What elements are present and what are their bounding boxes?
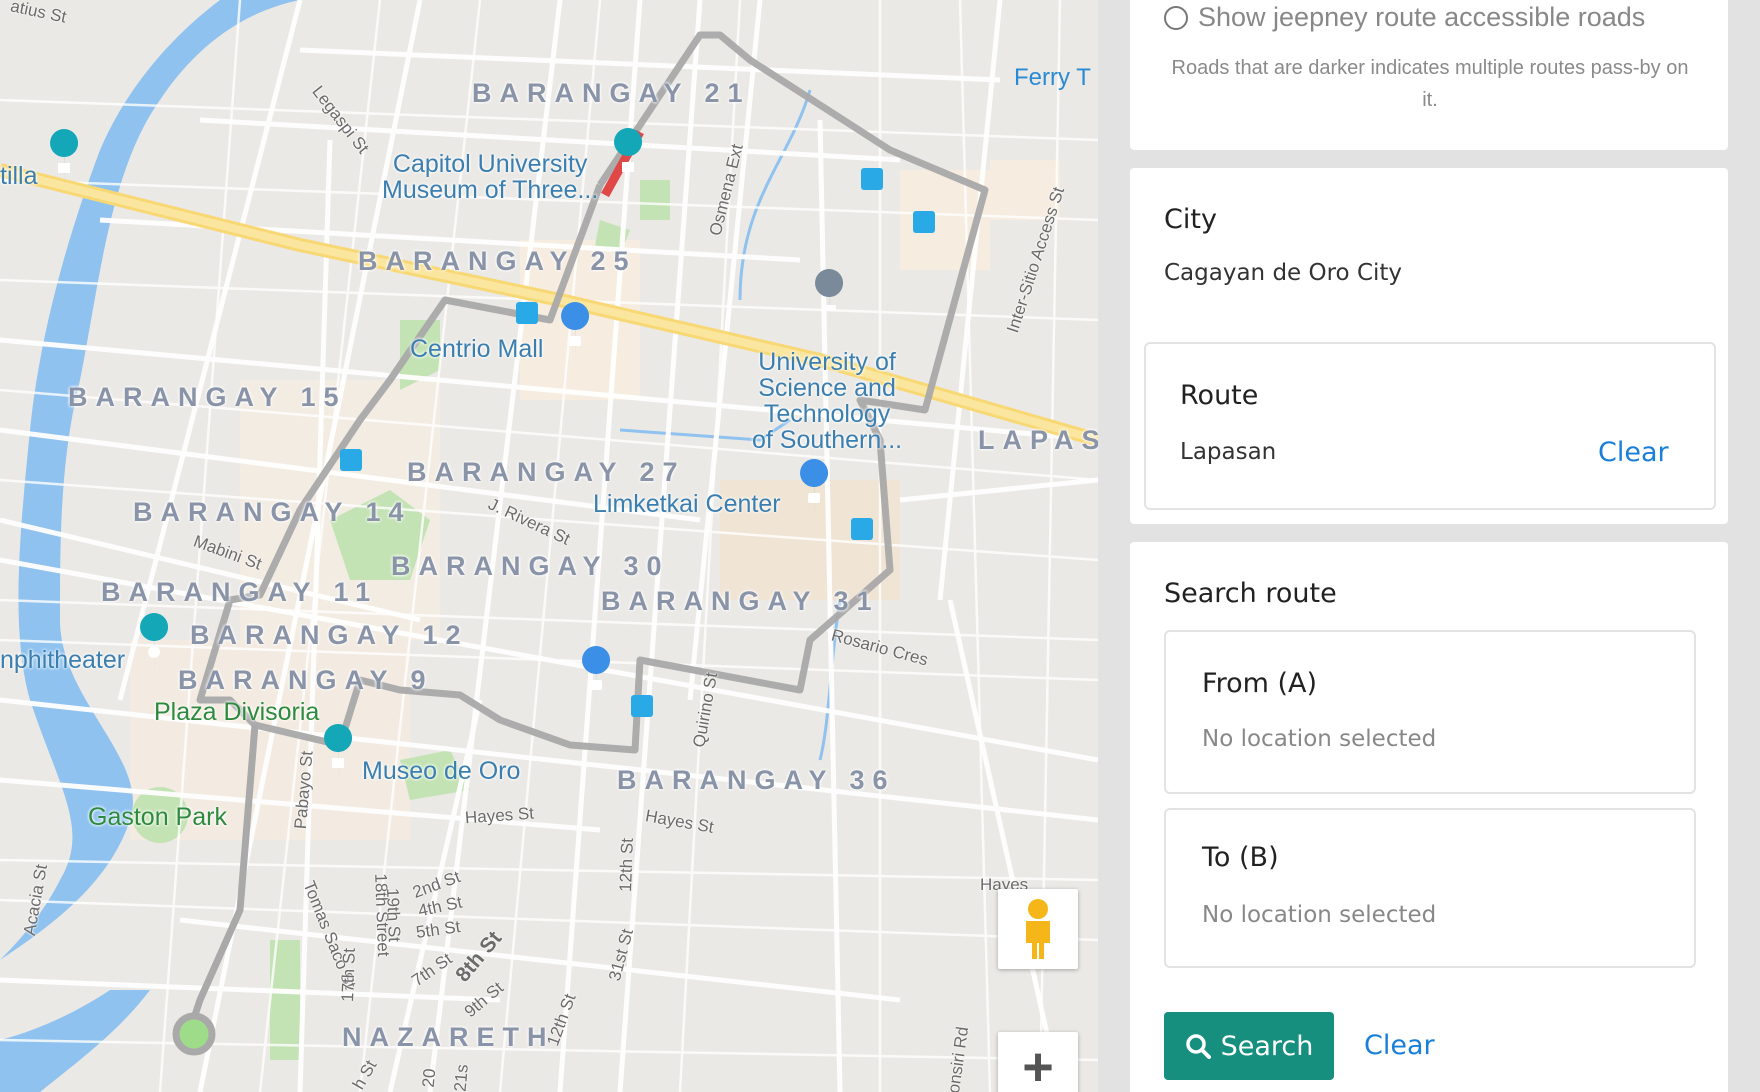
overlay-options-card: Show jeepney route accessible roads Road… [1130, 0, 1728, 150]
roads-note: Roads that are darker indicates multiple… [1171, 57, 1689, 111]
sidebar: Show jeepney route accessible roads Road… [1098, 0, 1760, 1092]
radio-icon[interactable] [1164, 5, 1188, 30]
barangay-label: BARANGAY 36 [617, 765, 896, 795]
to-value: No location selected [1202, 902, 1437, 928]
pegman-icon [1026, 899, 1050, 959]
city-value: Cagayan de Oro City [1164, 260, 1403, 286]
poi-label-plaza[interactable]: Plaza Divisoria [154, 698, 319, 727]
street-label: 12th St [616, 837, 637, 893]
poi-label-gaston[interactable]: Gaston Park [88, 803, 227, 832]
zoom-in-label: + [1022, 1037, 1054, 1092]
route-heading: Route [1180, 380, 1259, 411]
from-label: From (A) [1202, 668, 1318, 699]
barangay-label: BARANGAY 30 [391, 551, 670, 581]
poi-label-ustp[interactable]: University of Science and Technology of … [752, 349, 902, 453]
to-label: To (B) [1202, 842, 1279, 873]
search-icon [1185, 1034, 1211, 1059]
search-button[interactable]: Search [1164, 1012, 1334, 1080]
street-label: 17th St [338, 947, 359, 1003]
city-heading: City [1164, 204, 1217, 235]
barangay-label: BARANGAY 27 [407, 457, 686, 487]
barangay-label: BARANGAY 11 [101, 577, 379, 607]
search-route-card: Search route From (A) No location select… [1130, 542, 1728, 1092]
poi-label-centrio[interactable]: Centrio Mall [410, 336, 543, 362]
barangay-label: BARANGAY 14 [133, 497, 412, 527]
accessible-roads-toggle[interactable]: Show jeepney route accessible roads [1164, 2, 1645, 33]
route-clear-link[interactable]: Clear [1598, 437, 1669, 468]
poi-label-limketkai[interactable]: Limketkai Center [593, 491, 781, 517]
barangay-label: NAZARETH [342, 1022, 555, 1052]
barangay-label: BARANGAY 31 [601, 586, 880, 616]
to-location-field[interactable]: To (B) No location selected [1164, 808, 1696, 968]
from-value: No location selected [1202, 726, 1437, 752]
route-box: Route Lapasan Clear [1144, 342, 1716, 510]
search-heading: Search route [1164, 578, 1337, 609]
zoom-in-button[interactable]: + [998, 1032, 1078, 1092]
barangay-label: BARANGAY 9 [178, 665, 434, 695]
street-label: 21s [450, 1063, 472, 1092]
from-location-field[interactable]: From (A) No location selected [1164, 630, 1696, 794]
search-clear-link[interactable]: Clear [1364, 1030, 1435, 1061]
barangay-label: BARANGAY 21 [472, 78, 751, 108]
poi-label-amphitheater[interactable]: nphitheater [0, 647, 125, 673]
route-value: Lapasan [1180, 439, 1277, 465]
search-button-label: Search [1220, 1030, 1314, 1062]
barangay-label: BARANGAY 25 [358, 246, 637, 276]
map-view[interactable]: BARANGAY 21 BARANGAY 25 BARANGAY 15 BARA… [0, 0, 1098, 1092]
city-route-card: City Cagayan de Oro City Route Lapasan C… [1130, 168, 1728, 524]
street-label: 20 [418, 1067, 440, 1089]
toggle-label: Show jeepney route accessible roads [1198, 2, 1646, 32]
street-label: 19th St [383, 887, 404, 943]
pegman-button[interactable] [998, 889, 1078, 969]
poi-label-museo[interactable]: Museo de Oro [362, 758, 520, 784]
barangay-label: LAPAS [978, 425, 1098, 455]
poi-label-capitol[interactable]: Capitol University Museum of Three... [382, 151, 598, 203]
poi-label-ferry[interactable]: Ferry T [1014, 64, 1091, 92]
poi-label-tilla[interactable]: tilla [0, 163, 38, 189]
barangay-label: BARANGAY 12 [190, 620, 469, 650]
barangay-label: BARANGAY 15 [68, 382, 347, 412]
